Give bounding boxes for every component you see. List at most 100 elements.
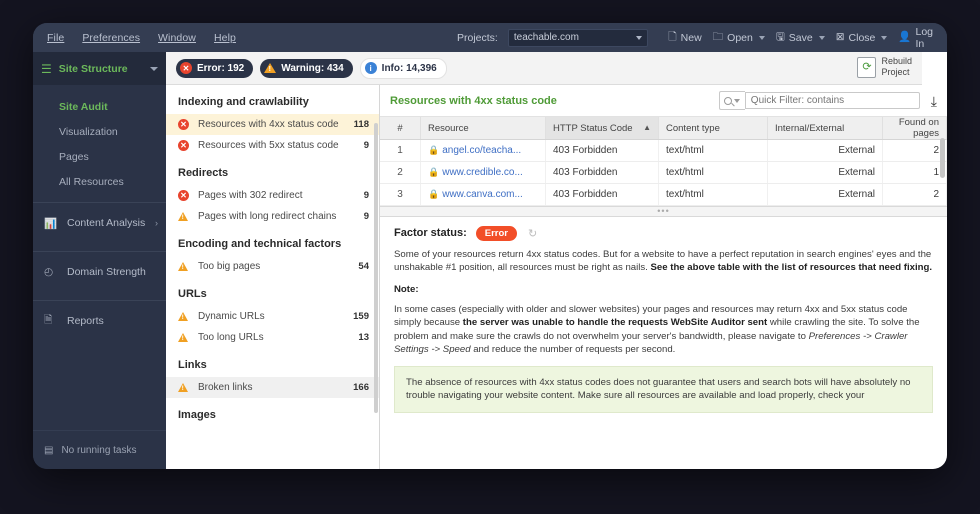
chevron-down-icon [636,35,643,40]
table-body: 1 🔒 angel.co/teacha... 403 Forbidden text… [380,139,947,206]
audit-item-broken-links[interactable]: Broken links 166 [166,377,379,398]
audit-item-too-big-pages[interactable]: Too big pages 54 [166,256,379,277]
sidebar-item-reports[interactable]: 🗎 Reports [33,301,166,341]
cell-num: 1 [380,139,421,162]
factor-paragraph-2: In some cases (especially with older and… [394,303,933,357]
sidebar-header-site-structure[interactable]: ☰ Site Structure [33,52,166,85]
table-row[interactable]: 2 🔒 www.credible.co... 403 Forbidden text… [380,161,947,184]
close-chevron-down-icon[interactable] [881,35,888,40]
quick-filter-input[interactable] [744,92,920,109]
audit-item-label: Resources with 5xx status code [198,140,339,151]
audit-item-long-redirect-chains[interactable]: Pages with long redirect chains 9 [166,206,379,227]
download-icon[interactable]: ⤓ [931,94,937,108]
sidebar-item-label: Pages [59,150,89,163]
rebuild-project-button[interactable]: ⟳ Rebuild Project [857,56,912,78]
audit-item-count: 9 [363,140,369,151]
warning-icon [178,333,191,342]
factor-status-label: Factor status: [394,227,467,240]
project-area: Projects: teachable.com 🗋 New 🗀 Open 🖫 S… [457,23,947,52]
audit-section-title: Links [178,359,207,371]
status-badge-info[interactable]: i Info: 14,396 [359,57,447,79]
cell-content-type: text/html [658,139,768,162]
cell-resource[interactable]: 🔒 angel.co/teacha... [420,139,546,162]
rebuild-project-label: Rebuild Project [881,56,912,78]
sidebar-item-site-audit[interactable]: Site Audit [33,94,166,119]
audit-item-too-long-urls[interactable]: Too long URLs 13 [166,327,379,348]
new-project-label: New [680,31,702,44]
audit-item-label: Resources with 4xx status code [198,119,339,130]
audit-item-label: Dynamic URLs [198,311,265,322]
table-header-row: # Resource HTTP Status Code ▲ Content ty… [380,117,947,140]
new-project-button[interactable]: 🗋 New [668,32,701,44]
green-note-text: The absence of resources with 4xx status… [406,376,911,402]
audit-item-dynamic-urls[interactable]: Dynamic URLs 159 [166,306,379,327]
audit-scrollbar[interactable] [374,123,378,413]
info-icon: i [364,62,377,74]
lock-icon: 🔒 [428,167,440,177]
error-icon: ✕ [178,190,191,201]
login-button[interactable]: 👤 Log In [898,26,936,50]
table-scrollbar[interactable] [940,138,945,178]
audit-section-title: URLs [178,288,207,300]
sidebar-item-content-analysis[interactable]: 📊 Content Analysis › [33,203,166,243]
warning-icon [178,262,191,271]
table-header: # Resource HTTP Status Code ▲ Content ty… [380,117,947,140]
sort-asc-icon: ▲ [643,122,651,132]
open-chevron-down-icon[interactable] [758,35,765,40]
search-icon[interactable] [718,91,745,110]
column-header-num[interactable]: # [380,117,421,140]
factor-status-section: Factor status: Error ↻ Some of your reso… [380,217,947,469]
column-header-content-type[interactable]: Content type [658,117,768,140]
status-badge-error[interactable]: ✕ Error: 192 [176,58,254,78]
column-header-found-on-pages[interactable]: Found on pages [882,117,947,140]
list-icon: ☰ [41,61,52,76]
folder-icon: 🗀 [712,31,724,44]
warning-count-label: Warning: 434 [281,62,344,74]
factor-status-header: Factor status: Error ↻ [394,226,933,241]
project-select-value: teachable.com [513,32,579,43]
splitter-handle[interactable]: ••• [380,207,947,217]
menu-preferences[interactable]: Preferences [82,32,140,44]
warning-icon [178,312,191,321]
refresh-icon[interactable]: ↻ [528,227,537,240]
sidebar-group-label: Reports [67,315,104,327]
audit-item-pages-302[interactable]: ✕ Pages with 302 redirect 9 [166,185,379,206]
sidebar-item-visualization[interactable]: Visualization [33,119,166,144]
running-tasks-status[interactable]: ▤ No running tasks [33,430,166,469]
sidebar-item-label: All Resources [59,175,124,188]
audit-item-resources-4xx[interactable]: ✕ Resources with 4xx status code 118 [166,114,379,135]
audit-section-title: Indexing and crawlability [178,96,309,108]
cell-internal-external: External [767,161,883,184]
status-badge-warning[interactable]: Warning: 434 [260,58,353,78]
cell-resource[interactable]: 🔒 www.canva.com... [420,183,546,206]
sidebar-item-domain-strength[interactable]: ◴ Domain Strength [33,252,166,292]
table-row[interactable]: 1 🔒 angel.co/teacha... 403 Forbidden text… [380,139,947,162]
sidebar-item-all-resources[interactable]: All Resources [33,169,166,194]
column-header-http-status[interactable]: HTTP Status Code ▲ [545,117,659,140]
table-row[interactable]: 3 🔒 www.canva.com... 403 Forbidden text/h… [380,183,947,206]
audit-item-resources-5xx[interactable]: ✕ Resources with 5xx status code 9 [166,135,379,156]
audit-list[interactable]: Indexing and crawlability ✕ Resources wi… [166,85,379,469]
column-header-http-status-label: HTTP Status Code [553,122,633,134]
error-icon: ✕ [180,62,192,74]
save-chevron-down-icon[interactable] [818,35,825,40]
menu-help[interactable]: Help [214,32,236,44]
warning-icon [178,383,191,392]
lock-icon: 🔒 [428,145,440,155]
audit-item-count: 54 [358,261,369,272]
menu-window-label: Window [158,31,196,44]
menu-preferences-label: Preferences [82,31,141,44]
audit-panel: ✕ Error: 192 Warning: 434 i Info: 14,396… [166,52,922,469]
cell-resource[interactable]: 🔒 www.credible.co... [420,161,546,184]
menu-window[interactable]: Window [158,32,196,44]
chevron-down-icon[interactable] [150,66,158,71]
open-project-button[interactable]: 🗀 Open [713,32,765,44]
sidebar-item-pages[interactable]: Pages [33,144,166,169]
cell-resource-label: angel.co/teacha... [442,145,522,156]
project-select[interactable]: teachable.com [507,28,649,47]
column-header-internal-external[interactable]: Internal/External [767,117,883,140]
column-header-resource[interactable]: Resource [420,117,546,140]
close-project-button[interactable]: ⊠ Close [836,32,888,44]
menu-file[interactable]: File [47,32,64,44]
save-project-button[interactable]: 🖫 Save [776,32,825,44]
